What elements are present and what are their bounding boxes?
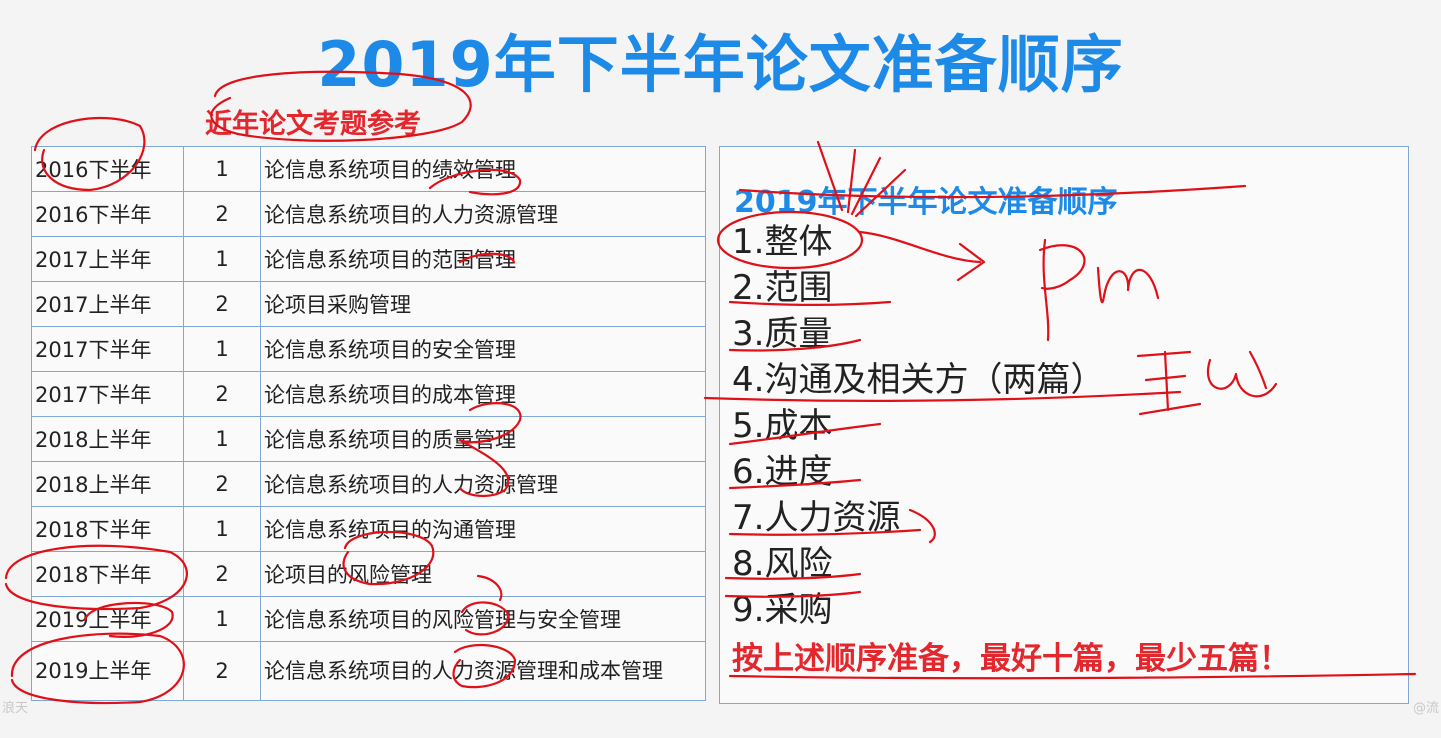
table-row: 2019上半年 1 论信息系统项目的风险管理与安全管理 [31,596,706,642]
topic-cell: 论信息系统项目的绩效管理 [260,146,706,192]
order-item: 3.质量 [732,314,833,354]
term-cell: 2018上半年 [31,416,184,462]
table-row: 2016下半年 1 论信息系统项目的绩效管理 [31,146,706,192]
order-item: 6.进度 [732,452,833,492]
term-cell: 2017上半年 [31,236,184,282]
order-item: 8.风险 [732,544,833,584]
number-cell: 2 [183,551,261,597]
number-cell: 1 [183,146,261,192]
order-list: 1.整体 2.范围 3.质量 4.沟通及相关方（两篇） 5.成本 6.进度 7.人力资源 8.… [732,219,1104,633]
table-row: 2017下半年 2 论信息系统项目的成本管理 [31,371,706,417]
table-row: 2017上半年 2 论项目采购管理 [31,281,706,327]
order-item: 1.整体 [732,222,833,262]
order-item: 9.采购 [732,590,833,630]
order-panel: 2019年下半年论文准备顺序 1.整体 2.范围 3.质量 4.沟通及相关方（两篇） 5… [719,146,1409,704]
number-cell: 2 [183,641,261,701]
topic-cell: 论信息系统项目的范围管理 [260,236,706,282]
topic-cell: 论项目采购管理 [260,281,706,327]
topic-cell: 论信息系统项目的风险管理与安全管理 [260,596,706,642]
topic-cell: 论信息系统项目的成本管理 [260,371,706,417]
order-item: 5.成本 [732,406,833,446]
number-cell: 1 [183,596,261,642]
order-item: 2.范围 [732,268,833,308]
past-topics-table: 2016下半年 1 论信息系统项目的绩效管理 2016下半年 2 论信息系统项目的人力资源… [31,146,706,701]
number-cell: 1 [183,236,261,282]
order-item: 4.沟通及相关方（两篇） [732,360,1105,400]
topic-cell: 论信息系统项目的沟通管理 [260,506,706,552]
term-cell: 2016下半年 [31,146,184,192]
term-cell: 2016下半年 [31,191,184,237]
table-row: 2018下半年 1 论信息系统项目的沟通管理 [31,506,706,552]
table-row: 2016下半年 2 论信息系统项目的人力资源管理 [31,191,706,237]
reference-subtitle: 近年论文考题参考 [205,109,421,140]
term-cell: 2017下半年 [31,326,184,372]
conclusion-text: 按上述顺序准备，最好十篇，最少五篇！ [732,641,1290,677]
topic-cell: 论信息系统项目的安全管理 [260,326,706,372]
term-cell: 2019上半年 [31,596,184,642]
topic-cell: 论项目的风险管理 [260,551,706,597]
order-item: 7.人力资源 [732,498,901,538]
table-row: 2018上半年 1 论信息系统项目的质量管理 [31,416,706,462]
topic-cell: 论信息系统项目的人力资源管理 [260,461,706,507]
term-cell: 2017上半年 [31,281,184,327]
number-cell: 2 [183,461,261,507]
number-cell: 1 [183,506,261,552]
table-row: 2018下半年 2 论项目的风险管理 [31,551,706,597]
number-cell: 1 [183,416,261,462]
term-cell: 2017下半年 [31,371,184,417]
number-cell: 2 [183,191,261,237]
table-row: 2018上半年 2 论信息系统项目的人力资源管理 [31,461,706,507]
table-row: 2017下半年 1 论信息系统项目的安全管理 [31,326,706,372]
term-cell: 2018下半年 [31,551,184,597]
number-cell: 2 [183,371,261,417]
number-cell: 1 [183,326,261,372]
table-row: 2017上半年 1 论信息系统项目的范围管理 [31,236,706,282]
term-cell: 2018下半年 [31,506,184,552]
topic-cell: 论信息系统项目的质量管理 [260,416,706,462]
watermark-right: @流 [1412,701,1439,716]
term-cell: 2018上半年 [31,461,184,507]
watermark-left: 浪天 [2,701,29,716]
page-title: 2019年下半年论文准备顺序 [317,28,1124,101]
order-panel-title: 2019年下半年论文准备顺序 [734,185,1118,220]
topic-cell: 论信息系统项目的人力资源管理和成本管理 [260,641,706,701]
term-cell: 2019上半年 [31,641,184,701]
table-row: 2019上半年 2 论信息系统项目的人力资源管理和成本管理 [31,641,706,701]
number-cell: 2 [183,281,261,327]
topic-cell: 论信息系统项目的人力资源管理 [260,191,706,237]
